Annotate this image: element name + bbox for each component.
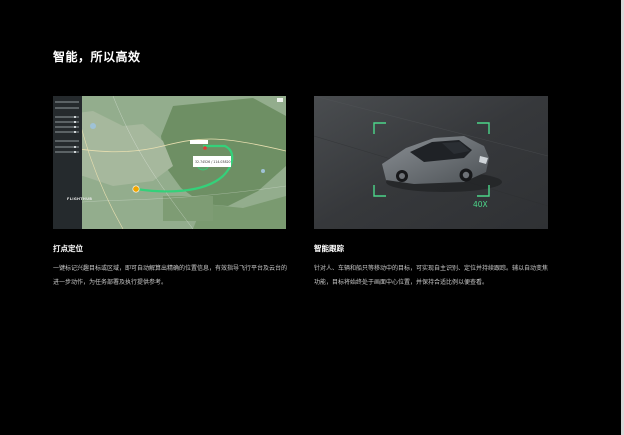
status-dot xyxy=(74,121,76,123)
field-patch xyxy=(163,196,213,221)
sidebar-row[interactable] xyxy=(55,116,79,118)
sidebar-row[interactable] xyxy=(55,140,79,142)
status-dot xyxy=(74,151,76,153)
feature-title: 智能跟踪 xyxy=(314,244,344,253)
marker-tooltip: 32.74526 / 114.03820 xyxy=(195,160,231,164)
sidebar-row[interactable] xyxy=(55,101,79,103)
map-screenshot: 32.74526 / 114.03820 FLIGHTHUB xyxy=(53,96,286,229)
sidebar-row[interactable] xyxy=(55,131,79,133)
status-dot xyxy=(74,131,76,133)
lake xyxy=(261,169,265,173)
tracking-view: 40X xyxy=(314,96,548,229)
drone-marker xyxy=(132,185,140,193)
feature-title: 打点定位 xyxy=(53,244,83,253)
map-sidebar xyxy=(53,96,82,229)
sidebar-row[interactable] xyxy=(55,121,79,123)
feature-description: 针对人、车辆和船只等移动中的目标，可实现自主识别、定位并持续跟踪。辅以自动变焦功… xyxy=(314,265,549,286)
sidebar-row[interactable] xyxy=(55,151,79,153)
feature-description: 一键标记兴趣目标或区域，即可自动解算出精确的位置信息，有效指导飞行平台及云台的进… xyxy=(53,265,288,286)
status-dot xyxy=(74,146,76,148)
lake xyxy=(90,123,96,129)
status-dot xyxy=(74,126,76,128)
sidebar-row[interactable] xyxy=(55,126,79,128)
status-dot xyxy=(74,116,76,118)
target-label-box xyxy=(190,140,208,144)
sidebar-row[interactable] xyxy=(55,107,79,109)
app-brand: FLIGHTHUB xyxy=(67,197,93,201)
sidebar-row[interactable] xyxy=(55,146,79,148)
map-control xyxy=(277,98,283,102)
zoom-label: 40X xyxy=(473,200,488,209)
map-view: 32.74526 / 114.03820 xyxy=(53,96,286,229)
section-title: 智能，所以高效 xyxy=(53,50,141,64)
target-point xyxy=(203,146,207,150)
tracking-screenshot: 40X xyxy=(314,96,548,229)
